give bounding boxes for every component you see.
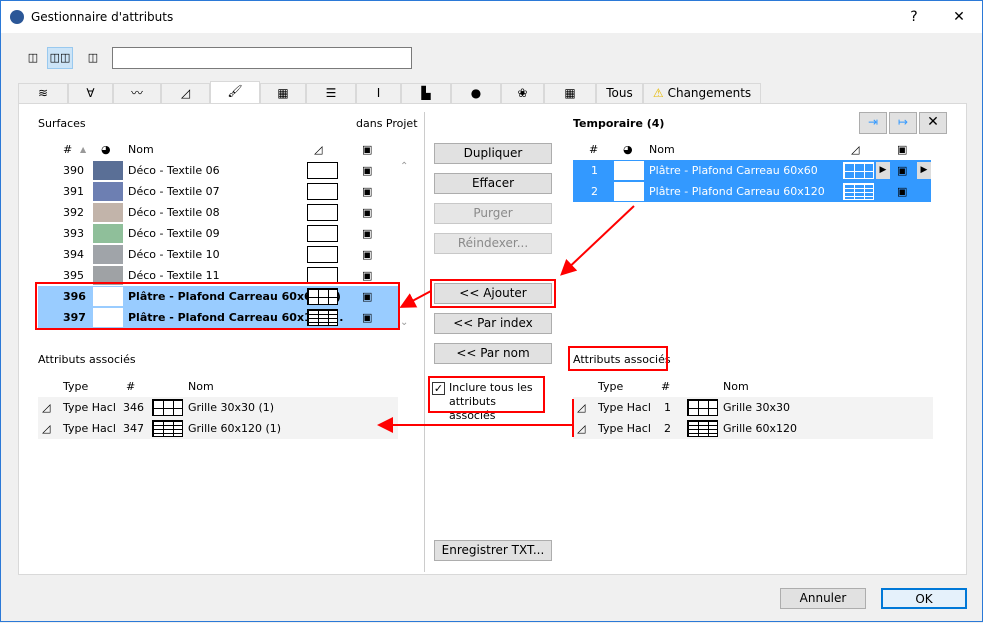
annotation-arrow-2 [399,290,432,308]
annotation-box-assoc [568,346,668,371]
annotation-arrow-1 [560,205,635,276]
annotation-overlay [35,205,668,437]
dialog-window: Gestionnaire d'attributs ? ✕ ◫ ◫◫ ◫ ≋ ∀ 〰 ◿… [0,0,983,622]
annotation-box-add [430,279,556,308]
annotation-box-include [428,376,545,413]
annotation-box-left-selection [35,282,400,330]
